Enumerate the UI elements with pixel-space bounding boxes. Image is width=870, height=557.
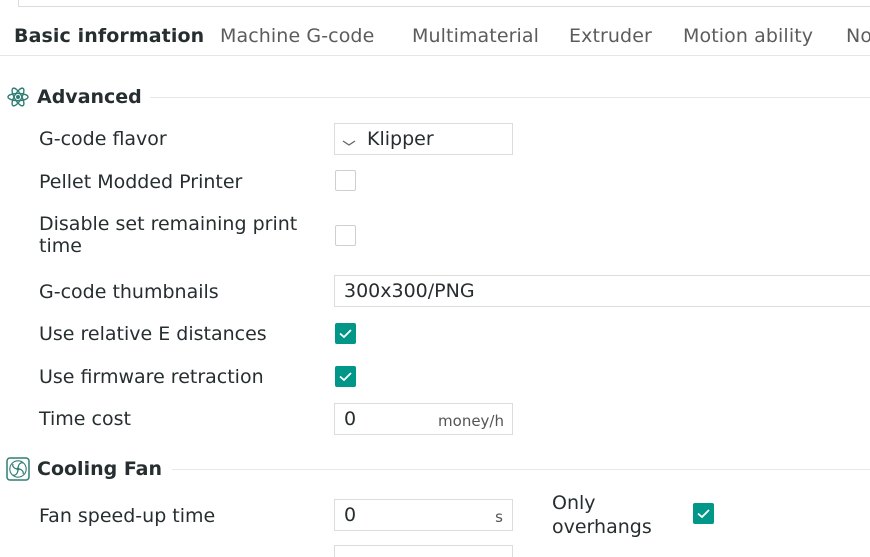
section-divider <box>172 469 870 470</box>
time-cost-label: Time cost <box>39 408 131 430</box>
next-row-input-partial[interactable] <box>334 545 513 557</box>
tab-multimaterial[interactable]: Multimaterial <box>412 18 539 55</box>
gcode-flavor-label: G-code flavor <box>39 128 167 150</box>
disable-remaining-time-checkbox[interactable] <box>335 225 356 246</box>
tab-machine-gcode[interactable]: Machine G-code <box>220 18 374 55</box>
disable-remaining-time-label: Disable set remaining print time <box>39 213 298 257</box>
time-cost-unit: money/h <box>438 412 504 430</box>
section-divider <box>150 97 870 98</box>
tab-motion-ability[interactable]: Motion ability <box>683 18 813 55</box>
chevron-down-icon <box>342 133 356 146</box>
checkmark-icon <box>339 329 352 339</box>
checkmark-icon <box>339 372 352 382</box>
only-overhangs-label: Only overhangs <box>552 492 652 538</box>
gcode-flavor-dropdown[interactable]: Klipper <box>334 123 513 155</box>
section-header-cooling-fan: Cooling Fan <box>0 455 870 483</box>
fan-icon <box>6 457 30 481</box>
firmware-retraction-checkbox[interactable] <box>335 366 356 387</box>
atom-icon <box>6 85 30 109</box>
gcode-thumbnails-label: G-code thumbnails <box>39 281 219 303</box>
checkmark-icon <box>697 509 710 519</box>
section-header-advanced: Advanced <box>0 83 870 111</box>
time-cost-value: 0 <box>344 408 357 430</box>
fan-speedup-input[interactable]: 0 s <box>334 499 513 531</box>
top-input-box <box>18 0 870 7</box>
firmware-retraction-label: Use firmware retraction <box>39 366 264 388</box>
tab-extruder[interactable]: Extruder <box>569 18 652 55</box>
relative-e-label: Use relative E distances <box>39 323 267 345</box>
fan-speedup-unit: s <box>495 508 503 526</box>
gcode-thumbnails-value: 300x300/PNG <box>344 280 475 302</box>
gcode-thumbnails-input[interactable]: 300x300/PNG <box>334 275 870 307</box>
time-cost-input[interactable]: 0 money/h <box>334 403 513 435</box>
gcode-flavor-value: Klipper <box>367 128 434 150</box>
settings-tab-bar: Basic information Machine G-code Multima… <box>0 18 870 56</box>
only-overhangs-checkbox[interactable] <box>693 503 714 524</box>
section-title-advanced: Advanced <box>37 86 142 108</box>
fan-speedup-label: Fan speed-up time <box>39 505 216 527</box>
pellet-modded-printer-checkbox[interactable] <box>335 170 356 191</box>
relative-e-checkbox[interactable] <box>335 323 356 344</box>
tab-notes[interactable]: No <box>846 18 870 55</box>
section-title-cooling-fan: Cooling Fan <box>37 458 163 480</box>
fan-speedup-value: 0 <box>344 504 357 526</box>
pellet-modded-printer-label: Pellet Modded Printer <box>39 171 243 193</box>
tab-basic-information[interactable]: Basic information <box>14 18 204 55</box>
